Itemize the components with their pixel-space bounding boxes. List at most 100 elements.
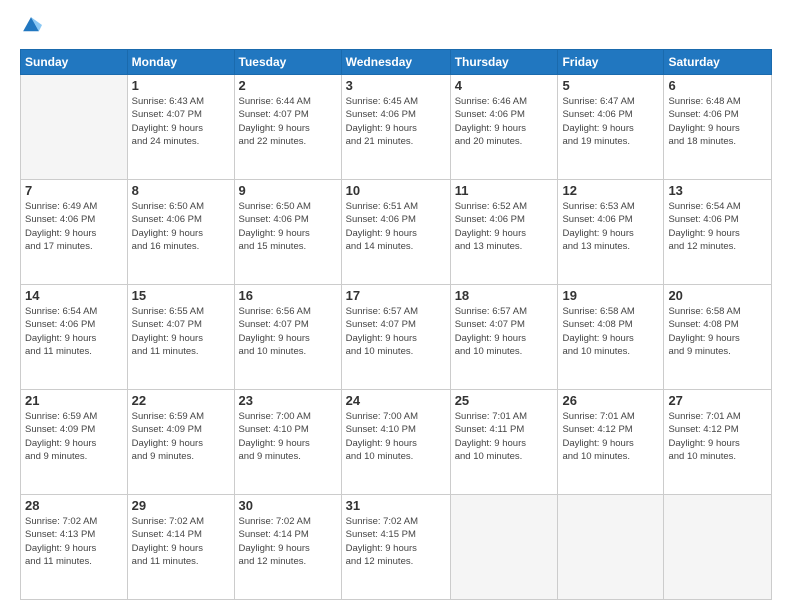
day-cell: 31 Sunrise: 7:02 AMSunset: 4:15 PMDayligh… bbox=[341, 495, 450, 600]
day-cell: 5 Sunrise: 6:47 AMSunset: 4:06 PMDaylight… bbox=[558, 75, 664, 180]
day-cell bbox=[558, 495, 664, 600]
day-info: Sunrise: 6:56 AMSunset: 4:07 PMDaylight:… bbox=[239, 305, 337, 358]
day-number: 5 bbox=[562, 78, 659, 93]
day-info: Sunrise: 6:47 AMSunset: 4:06 PMDaylight:… bbox=[562, 95, 659, 148]
day-cell: 16 Sunrise: 6:56 AMSunset: 4:07 PMDayligh… bbox=[234, 285, 341, 390]
day-number: 2 bbox=[239, 78, 337, 93]
day-header-saturday: Saturday bbox=[664, 50, 772, 75]
day-number: 26 bbox=[562, 393, 659, 408]
day-number: 24 bbox=[346, 393, 446, 408]
day-info: Sunrise: 6:50 AMSunset: 4:06 PMDaylight:… bbox=[132, 200, 230, 253]
day-number: 30 bbox=[239, 498, 337, 513]
day-cell: 22 Sunrise: 6:59 AMSunset: 4:09 PMDayligh… bbox=[127, 390, 234, 495]
day-info: Sunrise: 7:00 AMSunset: 4:10 PMDaylight:… bbox=[346, 410, 446, 463]
day-info: Sunrise: 7:02 AMSunset: 4:13 PMDaylight:… bbox=[25, 515, 123, 568]
day-cell: 15 Sunrise: 6:55 AMSunset: 4:07 PMDayligh… bbox=[127, 285, 234, 390]
day-cell: 19 Sunrise: 6:58 AMSunset: 4:08 PMDayligh… bbox=[558, 285, 664, 390]
day-info: Sunrise: 6:58 AMSunset: 4:08 PMDaylight:… bbox=[562, 305, 659, 358]
day-cell: 14 Sunrise: 6:54 AMSunset: 4:06 PMDayligh… bbox=[21, 285, 128, 390]
day-cell: 10Sunrise: 6:51 AMSunset: 4:06 PMDayligh… bbox=[341, 180, 450, 285]
day-header-friday: Friday bbox=[558, 50, 664, 75]
day-number: 14 bbox=[25, 288, 123, 303]
day-info: Sunrise: 6:55 AMSunset: 4:07 PMDaylight:… bbox=[132, 305, 230, 358]
day-number: 28 bbox=[25, 498, 123, 513]
day-number: 11 bbox=[455, 183, 554, 198]
week-row-2: 7 Sunrise: 6:49 AMSunset: 4:06 PMDaylight… bbox=[21, 180, 772, 285]
day-cell bbox=[450, 495, 558, 600]
day-cell: 23 Sunrise: 7:00 AMSunset: 4:10 PMDayligh… bbox=[234, 390, 341, 495]
day-info: Sunrise: 7:00 AMSunset: 4:10 PMDaylight:… bbox=[239, 410, 337, 463]
day-cell: 4Sunrise: 6:46 AMSunset: 4:06 PMDaylight… bbox=[450, 75, 558, 180]
day-number: 27 bbox=[668, 393, 767, 408]
day-info: Sunrise: 6:57 AMSunset: 4:07 PMDaylight:… bbox=[346, 305, 446, 358]
day-number: 10 bbox=[346, 183, 446, 198]
day-number: 7 bbox=[25, 183, 123, 198]
day-info: Sunrise: 6:53 AMSunset: 4:06 PMDaylight:… bbox=[562, 200, 659, 253]
day-info: Sunrise: 6:54 AMSunset: 4:06 PMDaylight:… bbox=[668, 200, 767, 253]
day-number: 23 bbox=[239, 393, 337, 408]
day-number: 19 bbox=[562, 288, 659, 303]
day-cell: 12 Sunrise: 6:53 AMSunset: 4:06 PMDayligh… bbox=[558, 180, 664, 285]
day-cell: 30 Sunrise: 7:02 AMSunset: 4:14 PMDayligh… bbox=[234, 495, 341, 600]
day-number: 12 bbox=[562, 183, 659, 198]
day-cell: 29Sunrise: 7:02 AMSunset: 4:14 PMDayligh… bbox=[127, 495, 234, 600]
day-cell: 8 Sunrise: 6:50 AMSunset: 4:06 PMDaylight… bbox=[127, 180, 234, 285]
day-number: 20 bbox=[668, 288, 767, 303]
logo-icon bbox=[20, 14, 42, 36]
day-info: Sunrise: 6:44 AMSunset: 4:07 PMDaylight:… bbox=[239, 95, 337, 148]
day-cell: 21 Sunrise: 6:59 AMSunset: 4:09 PMDayligh… bbox=[21, 390, 128, 495]
day-info: Sunrise: 7:02 AMSunset: 4:15 PMDaylight:… bbox=[346, 515, 446, 568]
day-cell: 20 Sunrise: 6:58 AMSunset: 4:08 PMDayligh… bbox=[664, 285, 772, 390]
day-number: 22 bbox=[132, 393, 230, 408]
day-number: 1 bbox=[132, 78, 230, 93]
day-info: Sunrise: 6:58 AMSunset: 4:08 PMDaylight:… bbox=[668, 305, 767, 358]
day-info: Sunrise: 6:52 AMSunset: 4:06 PMDaylight:… bbox=[455, 200, 554, 253]
day-number: 17 bbox=[346, 288, 446, 303]
day-info: Sunrise: 6:43 AMSunset: 4:07 PMDaylight:… bbox=[132, 95, 230, 148]
day-info: Sunrise: 6:54 AMSunset: 4:06 PMDaylight:… bbox=[25, 305, 123, 358]
day-number: 18 bbox=[455, 288, 554, 303]
calendar-body: 1 Sunrise: 6:43 AMSunset: 4:07 PMDaylight… bbox=[21, 75, 772, 600]
day-header-monday: Monday bbox=[127, 50, 234, 75]
day-cell: 9Sunrise: 6:50 AMSunset: 4:06 PMDaylight… bbox=[234, 180, 341, 285]
day-info: Sunrise: 7:02 AMSunset: 4:14 PMDaylight:… bbox=[132, 515, 230, 568]
day-number: 3 bbox=[346, 78, 446, 93]
day-cell bbox=[664, 495, 772, 600]
day-number: 13 bbox=[668, 183, 767, 198]
day-number: 16 bbox=[239, 288, 337, 303]
day-header-tuesday: Tuesday bbox=[234, 50, 341, 75]
day-info: Sunrise: 7:01 AMSunset: 4:11 PMDaylight:… bbox=[455, 410, 554, 463]
week-row-1: 1 Sunrise: 6:43 AMSunset: 4:07 PMDaylight… bbox=[21, 75, 772, 180]
day-info: Sunrise: 6:49 AMSunset: 4:06 PMDaylight:… bbox=[25, 200, 123, 253]
day-cell: 7 Sunrise: 6:49 AMSunset: 4:06 PMDaylight… bbox=[21, 180, 128, 285]
day-number: 4 bbox=[455, 78, 554, 93]
day-cell: 25 Sunrise: 7:01 AMSunset: 4:11 PMDayligh… bbox=[450, 390, 558, 495]
header bbox=[20, 16, 772, 41]
calendar-table: SundayMondayTuesdayWednesdayThursdayFrid… bbox=[20, 49, 772, 600]
day-number: 8 bbox=[132, 183, 230, 198]
day-info: Sunrise: 6:59 AMSunset: 4:09 PMDaylight:… bbox=[25, 410, 123, 463]
day-cell: 24 Sunrise: 7:00 AMSunset: 4:10 PMDayligh… bbox=[341, 390, 450, 495]
day-number: 15 bbox=[132, 288, 230, 303]
day-cell bbox=[21, 75, 128, 180]
day-number: 31 bbox=[346, 498, 446, 513]
day-header-sunday: Sunday bbox=[21, 50, 128, 75]
day-number: 25 bbox=[455, 393, 554, 408]
day-cell: 1 Sunrise: 6:43 AMSunset: 4:07 PMDaylight… bbox=[127, 75, 234, 180]
day-info: Sunrise: 6:59 AMSunset: 4:09 PMDaylight:… bbox=[132, 410, 230, 463]
day-info: Sunrise: 7:02 AMSunset: 4:14 PMDaylight:… bbox=[239, 515, 337, 568]
day-number: 6 bbox=[668, 78, 767, 93]
day-header-wednesday: Wednesday bbox=[341, 50, 450, 75]
day-info: Sunrise: 6:48 AMSunset: 4:06 PMDaylight:… bbox=[668, 95, 767, 148]
day-cell: 18Sunrise: 6:57 AMSunset: 4:07 PMDayligh… bbox=[450, 285, 558, 390]
day-cell: 11 Sunrise: 6:52 AMSunset: 4:06 PMDayligh… bbox=[450, 180, 558, 285]
day-cell: 28 Sunrise: 7:02 AMSunset: 4:13 PMDayligh… bbox=[21, 495, 128, 600]
day-info: Sunrise: 6:50 AMSunset: 4:06 PMDaylight:… bbox=[239, 200, 337, 253]
logo bbox=[20, 16, 44, 41]
day-cell: 3 Sunrise: 6:45 AMSunset: 4:06 PMDaylight… bbox=[341, 75, 450, 180]
day-info: Sunrise: 6:45 AMSunset: 4:06 PMDaylight:… bbox=[346, 95, 446, 148]
day-header-thursday: Thursday bbox=[450, 50, 558, 75]
day-number: 21 bbox=[25, 393, 123, 408]
day-info: Sunrise: 7:01 AMSunset: 4:12 PMDaylight:… bbox=[668, 410, 767, 463]
day-cell: 27 Sunrise: 7:01 AMSunset: 4:12 PMDayligh… bbox=[664, 390, 772, 495]
